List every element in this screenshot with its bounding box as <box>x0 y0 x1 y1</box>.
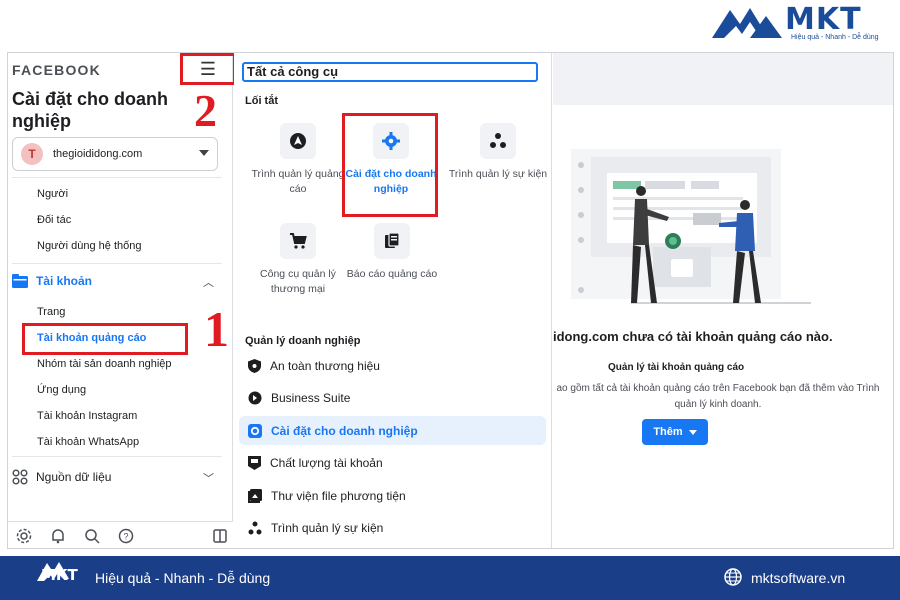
bell-icon[interactable] <box>50 528 66 544</box>
tools-search-input[interactable]: Tất cả công cụ <box>242 62 538 82</box>
tile-commerce-manager[interactable]: Công cụ quản lý thương mại <box>248 223 348 297</box>
tool-account-quality[interactable]: Chất lượng tài khoản <box>239 448 546 477</box>
events-manager-icon <box>248 521 262 534</box>
tool-brand-safety[interactable]: An toàn thương hiệu <box>239 351 546 380</box>
tool-label: Thư viện file phương tiện <box>271 488 406 503</box>
tool-label: Trình quản lý sự kiện <box>271 520 384 535</box>
empty-state-illustration <box>571 149 811 304</box>
tool-label: An toàn thương hiệu <box>270 358 380 373</box>
sidebar-item-business-assets[interactable]: Nhóm tài sản doanh nghiệp <box>37 358 172 370</box>
ads-manager-icon <box>280 123 316 159</box>
reports-icon <box>374 223 410 259</box>
account-selector[interactable]: T thegioididong.com <box>12 137 218 171</box>
add-button-label: Thêm <box>653 426 683 438</box>
sidebar-item-apps[interactable]: Ứng dụng <box>37 384 86 396</box>
sidebar-section-label: Tài khoản <box>36 274 93 288</box>
divider <box>12 177 222 178</box>
help-icon[interactable]: ? <box>118 528 134 544</box>
tool-business-suite[interactable]: Business Suite <box>239 383 546 412</box>
footer-tagline: Hiệu quả - Nhanh - Dễ dùng <box>95 570 271 586</box>
tile-events-manager[interactable]: Trình quản lý sự kiện <box>448 123 548 182</box>
panel-icon[interactable] <box>212 528 228 544</box>
sidebar-item-instagram[interactable]: Tài khoản Instagram <box>37 410 137 422</box>
sidebar-item-pages[interactable]: Trang <box>37 306 65 318</box>
divider <box>12 263 222 264</box>
screenshot-frame: FACEBOOK ☰ Cài đặt cho doanh nghiệp T th… <box>7 52 894 549</box>
sidebar-section-data-sources[interactable]: Nguồn dữ liệu ﹀ <box>12 467 220 487</box>
main-header-bar <box>553 53 893 105</box>
hamburger-icon: ☰ <box>199 58 217 79</box>
chevron-up-icon: ︿ <box>203 277 214 289</box>
highlight-box-ad-accounts <box>22 323 188 355</box>
tile-ads-manager[interactable]: Trình quản lý quảng cáo <box>248 123 348 197</box>
tile-label: Trình quản lý quảng cáo <box>251 168 345 195</box>
brand-name: MKT <box>785 2 862 37</box>
shield-icon <box>248 358 261 373</box>
tool-events-manager[interactable]: Trình quản lý sự kiện <box>239 513 546 542</box>
highlight-box-business-settings <box>342 113 438 217</box>
brand-slogan: Hiệu quả - Nhanh - Dễ dùng <box>791 34 879 41</box>
gear-icon <box>248 423 262 438</box>
account-name: thegioididong.com <box>53 148 143 160</box>
empty-state-message: idong.com chưa có tài khoản quảng cáo nà… <box>553 329 833 344</box>
avatar: T <box>21 143 43 165</box>
sidebar-item-whatsapp[interactable]: Tài khoản WhatsApp <box>37 436 139 448</box>
tile-ads-reporting[interactable]: Báo cáo quảng cáo <box>342 223 442 282</box>
tile-label: Trình quản lý sự kiện <box>448 168 548 180</box>
ad-accounts-subheading: Quản lý tài khoản quảng cáo <box>608 362 745 373</box>
shortcuts-heading: Lối tắt <box>245 95 278 107</box>
divider <box>12 456 222 457</box>
account-quality-icon <box>248 455 261 470</box>
main-content: idong.com chưa có tài khoản quảng cáo nà… <box>553 53 893 548</box>
brand-mountains-icon <box>712 8 782 38</box>
sidebar-section-label: Nguồn dữ liệu <box>36 470 112 484</box>
page-title: Cài đặt cho doanh nghiệp <box>12 89 169 131</box>
tool-media-library[interactable]: Thư viện file phương tiện <box>239 481 546 510</box>
tile-label: Công cụ quản lý thương mại <box>260 268 336 295</box>
sidebar-item-partners[interactable]: Đối tác <box>37 214 71 226</box>
svg-text:?: ? <box>123 532 128 542</box>
media-library-icon <box>248 488 262 503</box>
all-tools-panel: Tất cả công cụ Lối tắt Trình quản lý quả… <box>234 53 552 548</box>
sidebar-bottom-bar: ? <box>8 521 233 548</box>
add-button[interactable]: Thêm <box>642 419 708 445</box>
tool-business-settings[interactable]: Cài đặt cho doanh nghiệp <box>239 416 546 445</box>
facebook-logo: FACEBOOK <box>12 62 101 78</box>
sidebar-item-people[interactable]: Người <box>37 188 68 200</box>
search-icon[interactable] <box>84 528 100 544</box>
footer-logo: MKT <box>41 566 78 584</box>
settings-icon[interactable] <box>16 528 32 544</box>
brand-logo: MKT Hiệu quả - Nhanh - Dễ dùng <box>710 2 880 44</box>
sidebar-item-system-users[interactable]: Người dùng hệ thống <box>37 240 141 252</box>
footer-website-link[interactable]: mktsoftware.vn <box>751 570 845 586</box>
business-management-heading: Quản lý doanh nghiệp <box>245 335 361 347</box>
menu-button[interactable]: ☰ <box>180 53 236 85</box>
chevron-down-icon: ﹀ <box>203 473 214 485</box>
annotation-number-1: 1 <box>204 301 229 357</box>
folder-icon <box>12 274 28 288</box>
tool-label: Chất lượng tài khoản <box>270 455 383 470</box>
sidebar-section-accounts[interactable]: Tài khoản ︿ <box>12 271 220 291</box>
events-manager-icon <box>480 123 516 159</box>
tool-label: Business Suite <box>271 390 351 405</box>
tile-label: Báo cáo quảng cáo <box>346 268 438 280</box>
globe-icon <box>724 568 742 586</box>
caret-down-icon <box>199 150 209 156</box>
footer-bar: MKT Hiệu quả - Nhanh - Dễ dùng mktsoftwa… <box>0 556 900 600</box>
data-sources-icon <box>12 469 28 485</box>
annotation-number-2: 2 <box>194 85 217 136</box>
caret-down-icon <box>688 429 697 435</box>
business-suite-icon <box>248 391 262 404</box>
ad-accounts-description: ao gồm tất cả tài khoản quảng cáo trên F… <box>556 383 880 410</box>
shopping-cart-icon <box>280 223 316 259</box>
tool-label: Cài đặt cho doanh nghiệp <box>271 423 418 438</box>
